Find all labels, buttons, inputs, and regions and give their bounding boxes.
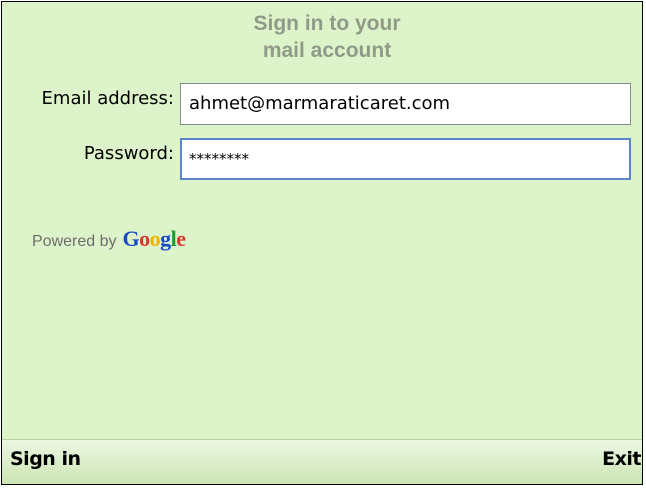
title-line-2: mail account bbox=[262, 39, 392, 62]
google-logo-letter: g bbox=[160, 226, 171, 251]
email-field[interactable]: ahmet@marmaraticaret.com bbox=[180, 83, 631, 125]
google-logo-letter: o bbox=[139, 226, 150, 251]
email-label: Email address: bbox=[41, 88, 174, 109]
google-logo-letter: G bbox=[122, 226, 140, 251]
google-logo-letter: e bbox=[176, 226, 186, 251]
powered-by: Powered by Google bbox=[32, 226, 186, 252]
password-label: Password: bbox=[83, 143, 174, 164]
mail-signin-screen: Sign in to your mail account Email addre… bbox=[1, 1, 643, 485]
exit-button[interactable]: Exit bbox=[602, 448, 641, 470]
sign-in-button[interactable]: Sign in bbox=[10, 448, 81, 470]
softkey-bar: Sign in Exit bbox=[2, 439, 642, 484]
title-line-1: Sign in to your bbox=[253, 12, 401, 35]
page-title: Sign in to your mail account bbox=[152, 10, 502, 64]
password-field[interactable]: ******** bbox=[180, 138, 631, 180]
powered-by-text: Powered by bbox=[32, 233, 117, 250]
google-logo-letter: o bbox=[149, 226, 161, 251]
google-logo: Google bbox=[122, 226, 187, 252]
